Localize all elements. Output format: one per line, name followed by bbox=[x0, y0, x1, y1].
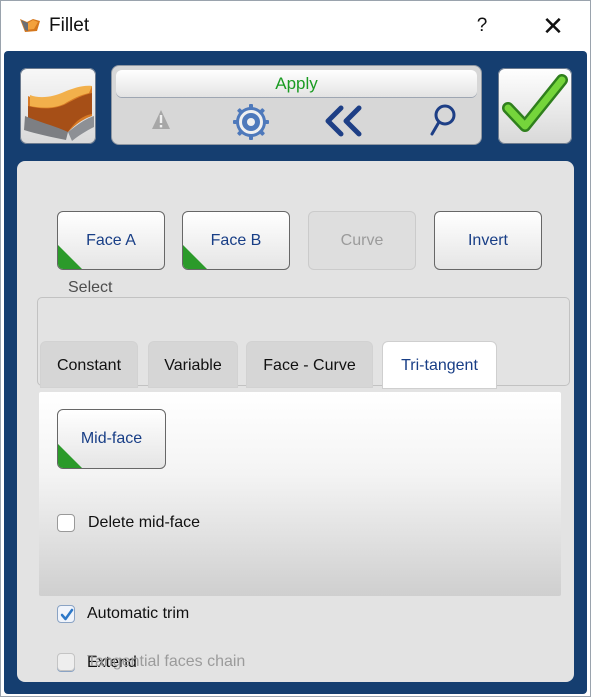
checkmark-icon bbox=[502, 74, 568, 132]
curve-label: Curve bbox=[340, 232, 384, 249]
selection-state-indicator bbox=[58, 245, 82, 269]
tab-face-curve[interactable]: Face - Curve bbox=[246, 341, 373, 388]
double-chevron-left-icon[interactable] bbox=[318, 101, 372, 141]
automatic-trim-label: Automatic trim bbox=[87, 605, 190, 622]
fillet-dialog: Fillet ? ✕ Apply Select Face A Face B Cu… bbox=[0, 0, 591, 697]
face-b-label: Face B bbox=[210, 232, 262, 249]
mid-face-button[interactable]: Mid-face bbox=[57, 409, 166, 469]
toolbar-panel: Apply bbox=[111, 65, 482, 145]
gear-icon[interactable] bbox=[224, 101, 278, 141]
tab-variable[interactable]: Variable bbox=[148, 341, 238, 388]
content-panel: Select Face A Face B Curve Invert Consta… bbox=[17, 161, 574, 682]
tab-tri-tangent[interactable]: Tri-tangent bbox=[382, 341, 497, 389]
apply-button[interactable]: Apply bbox=[116, 70, 477, 97]
tab-constant[interactable]: Constant bbox=[40, 341, 138, 388]
title-bar: Fillet ? ✕ bbox=[1, 1, 590, 51]
search-icon[interactable] bbox=[415, 101, 469, 141]
delete-mid-face-label: Delete mid-face bbox=[88, 514, 201, 531]
close-button[interactable]: ✕ bbox=[534, 7, 572, 45]
fillet-app-icon bbox=[20, 19, 40, 32]
face-a-label: Face A bbox=[86, 232, 136, 249]
checkmark-icon bbox=[60, 608, 74, 621]
automatic-trim-checkbox[interactable] bbox=[57, 605, 75, 623]
selection-state-indicator bbox=[58, 444, 82, 468]
invert-label: Invert bbox=[467, 232, 508, 249]
invert-button[interactable]: Invert bbox=[434, 211, 542, 270]
fillet-shape-icon bbox=[20, 68, 96, 144]
tangential-faces-chain-checkbox[interactable] bbox=[57, 653, 75, 671]
window-title: Fillet bbox=[49, 15, 90, 36]
select-group-label: Select bbox=[61, 279, 120, 297]
selection-state-indicator bbox=[183, 245, 207, 269]
ok-button[interactable] bbox=[498, 68, 572, 144]
tangential-faces-chain-label: Tangential faces chain bbox=[87, 653, 246, 670]
warning-icon[interactable] bbox=[134, 101, 188, 141]
help-button[interactable]: ? bbox=[465, 7, 499, 45]
curve-button[interactable]: Curve bbox=[308, 211, 416, 270]
delete-mid-face-checkbox[interactable] bbox=[57, 514, 75, 532]
mid-face-label: Mid-face bbox=[80, 430, 143, 447]
face-b-button[interactable]: Face B bbox=[182, 211, 290, 270]
tri-tangent-panel: Mid-face Delete mid-face bbox=[39, 392, 561, 596]
face-a-button[interactable]: Face A bbox=[57, 211, 165, 270]
dialog-frame: Apply Select Face A Face B Curve Invert … bbox=[4, 51, 587, 694]
